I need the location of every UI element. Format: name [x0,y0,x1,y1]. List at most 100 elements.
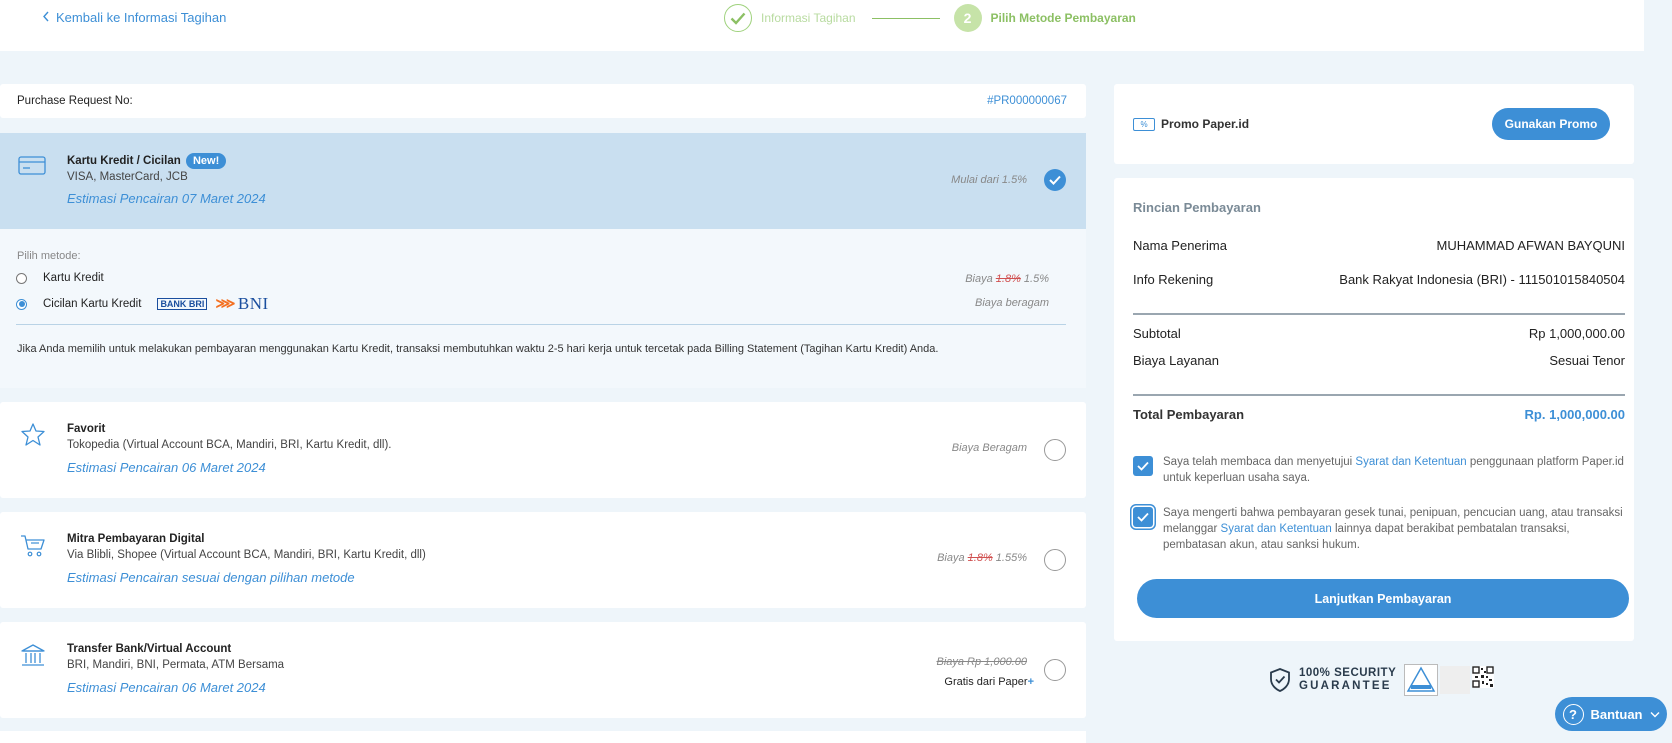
divider [1133,394,1625,396]
total-row: Total Pembayaran Rp. 1,000,000.00 [1133,407,1625,422]
step1-check-icon [724,4,752,32]
step2-number: 2 [953,4,982,32]
account-row: Info Rekening Bank Rakyat Indonesia (BRI… [1133,272,1625,287]
account-value: Bank Rakyat Indonesia (BRI) - 1115010158… [1339,272,1625,287]
recipient-value: MUHAMMAD AFWAN BAYQUNI [1436,238,1625,253]
method-estimate: Estimasi Pencairan 06 Maret 2024 [67,460,266,475]
bni-mark-icon: ⋙ [215,296,236,312]
method-transfer-bank[interactable]: Transfer Bank/Virtual Account BRI, Mandi… [0,622,1086,718]
method-radio[interactable] [1044,549,1066,571]
method-estimate: Estimasi Pencairan 06 Maret 2024 [67,680,266,695]
method-subtitle: Via Blibli, Shopee (Virtual Account BCA,… [67,549,426,561]
help-button[interactable]: ? Bantuan [1555,697,1667,731]
shield-check-icon [1270,668,1290,692]
divider [16,324,1066,325]
option-cicilan-fee: Biaya beragam [975,297,1049,309]
continue-payment-button[interactable]: Lanjutkan Pembayaran [1137,579,1629,618]
terms-link[interactable]: Syarat dan Ketentuan [1221,523,1332,535]
gratis-label: Gratis dari Paper+ [944,676,1034,688]
credit-card-header[interactable]: Kartu Kredit / Cicilan New! VISA, Master… [0,133,1086,229]
step-connector [871,17,940,19]
total-label: Total Pembayaran [1133,407,1245,422]
back-link-label: Kembali ke Informasi Tagihan [56,10,227,25]
shopping-cart-icon [21,535,45,557]
method-subtitle: BRI, Mandiri, BNI, Permata, ATM Bersama [67,659,285,671]
method-radio[interactable] [1044,439,1066,461]
method-fee: Biaya 1.8% 1.55% [937,552,1027,564]
stepper: Informasi Tagihan 2 Pilih Metode Pembaya… [724,4,1136,32]
agreement-terms: Saya telah membaca dan menyetujui Syarat… [1133,454,1625,486]
step1-label: Informasi Tagihan [761,11,856,25]
credit-card-icon [18,156,46,175]
new-badge: New! [185,153,227,169]
purchase-request-number: #PR000000067 [987,95,1067,107]
bni-logo: ⋙ BNI [215,294,268,314]
back-link[interactable]: Kembali ke Informasi Tagihan [42,10,226,25]
certificate-text-icon [1440,666,1471,694]
subtotal-row: Subtotal Rp 1,000,000.00 [1133,326,1625,341]
selected-check-icon[interactable] [1044,169,1066,191]
option-cicilan[interactable]: Cicilan Kartu Kredit BANK BRI ⋙ BNI [16,294,269,314]
purchase-request-card: Purchase Request No: #PR000000067 [0,84,1086,118]
gratis-prefix: Gratis [944,676,974,688]
total-value: Rp. 1,000,000.00 [1524,407,1625,422]
security-line1: 100% SECURITY [1299,667,1397,679]
payment-details-card: Rincian Pembayaran Nama Penerima MUHAMMA… [1114,178,1634,641]
account-label: Info Rekening [1133,272,1214,287]
option-cicilan-label: Cicilan Kartu Kredit [43,298,142,310]
payment-details-title: Rincian Pembayaran [1133,200,1261,215]
promo-ticket-icon: % [1133,118,1155,131]
security-text: 100% SECURITY GUARANTEE [1299,667,1396,693]
option-kartu-kredit-fee: Biaya 1.8% 1.5% [965,273,1049,285]
method-radio[interactable] [1044,659,1066,681]
question-icon: ? [1562,703,1584,725]
credit-card-estimate: Estimasi Pencairan 07 Maret 2024 [67,191,266,206]
credit-card-title: Kartu Kredit / Cicilan [67,155,181,167]
radio-kartu-kredit[interactable] [16,272,27,284]
agree-fraud-checkbox[interactable] [1133,507,1153,527]
terms-link[interactable]: Syarat dan Ketentuan [1355,456,1466,468]
agree-fraud-text: Saya mengerti bahwa pembayaran gesek tun… [1163,505,1625,553]
agree-terms-checkbox[interactable] [1133,456,1153,476]
credit-card-title-row: Kartu Kredit / Cicilan New! [67,153,227,169]
method-fee: Biaya Beragam [951,442,1027,454]
recipient-row: Nama Penerima MUHAMMAD AFWAN BAYQUNI [1133,238,1625,253]
next-method-card [0,731,1086,743]
bri-logo: BANK BRI [157,298,208,310]
radio-cicilan[interactable] [16,298,27,310]
method-title: Transfer Bank/Virtual Account [67,643,232,655]
star-badge-icon [21,423,45,446]
chevron-left-icon [42,10,50,25]
top-bar: Kembali ke Informasi Tagihan Informasi T… [0,0,1644,51]
credit-card-subtitle: VISA, MasterCard, JCB [67,171,188,183]
purchase-request-label: Purchase Request No: [17,95,133,107]
method-mitra-digital[interactable]: Mitra Pembayaran Digital Via Blibli, Sho… [0,512,1086,608]
method-title: Favorit [67,423,106,435]
credit-card-fee: Mulai dari 1.5% [951,174,1027,186]
fee-prefix: Biaya [937,552,965,564]
agree-terms-text: Saya telah membaca dan menyetujui Syarat… [1163,454,1625,486]
use-promo-button[interactable]: Gunakan Promo [1492,108,1610,140]
option-kartu-kredit[interactable]: Kartu Kredit [16,272,104,284]
divider [1133,313,1625,315]
step2-label: Pilih Metode Pembayaran [990,11,1136,25]
agree-text-part: Saya telah membaca dan menyetujui [1163,456,1356,468]
service-fee-label: Biaya Layanan [1133,353,1220,368]
service-fee-value: Sesuai Tenor [1549,353,1625,368]
service-fee-row: Biaya Layanan Sesuai Tenor [1133,353,1625,368]
promo-card: % Promo Paper.id Gunakan Promo [1114,84,1634,164]
agreement-fraud: Saya mengerti bahwa pembayaran gesek tun… [1133,505,1625,553]
paper-plus: + [1027,676,1034,688]
subtotal-label: Subtotal [1133,326,1181,341]
method-favorit[interactable]: Favorit Tokopedia (Virtual Account BCA, … [0,402,1086,498]
fee-new: 1.55% [995,552,1027,564]
method-estimate: Estimasi Pencairan sesuai dengan pilihan… [67,570,355,585]
bni-text: BNI [237,294,269,313]
fee-old: Biaya Rp 1,000.00 [936,656,1027,668]
method-fee-old: Biaya Rp 1,000.00 [936,656,1027,668]
security-line2: GUARANTEE [1299,680,1392,692]
fee-old: 1.8% [967,552,993,564]
qr-code-icon [1472,666,1495,688]
gratis-suffix: dari Paper [976,676,1028,688]
recipient-label: Nama Penerima [1133,238,1227,253]
